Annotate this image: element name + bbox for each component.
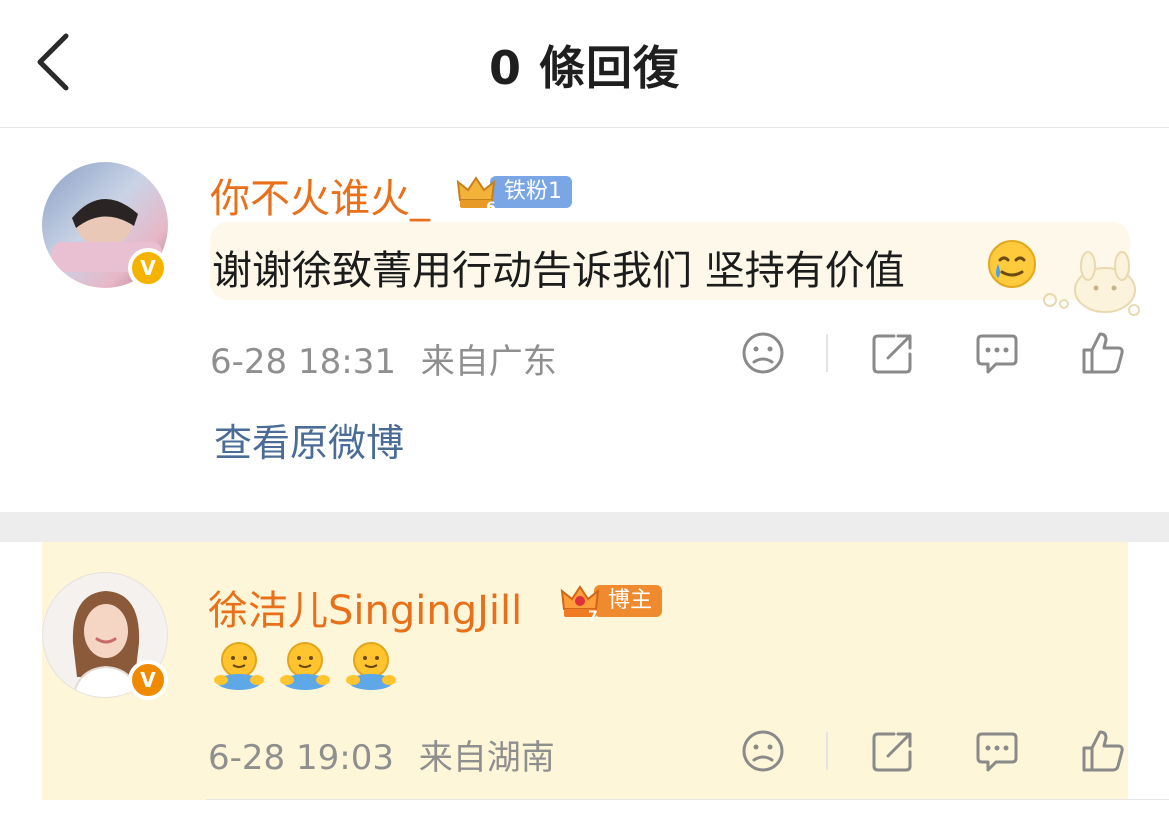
comment-username[interactable]: 你不火谁火_ [210, 166, 430, 224]
section-divider [0, 512, 1169, 542]
verified-badge-icon: V [128, 660, 168, 700]
fan-badge[interactable]: 6 铁粉1 [454, 175, 572, 214]
comment-item: V 徐洁儿SingingJill 7 博主 6-28 19:03 来自湖南 [0, 542, 1169, 800]
crown-level-icon: 6 [456, 176, 496, 214]
dislike-face-icon[interactable] [740, 330, 786, 376]
comment-username[interactable]: 徐洁儿SingingJill [208, 578, 522, 636]
badge-label: 铁粉1 [490, 176, 572, 208]
like-icon[interactable] [1080, 330, 1126, 376]
action-separator [826, 334, 828, 372]
comment-time: 6-28 19:03 [208, 738, 394, 778]
comment-location: 来自湖南 [418, 738, 555, 778]
page-title: 0 條回復 [488, 41, 681, 95]
comment-icon[interactable] [974, 330, 1020, 376]
badge-level: 7 [588, 609, 598, 623]
comment-item: V 你不火谁火_ 6 铁粉1 谢谢徐致菁用行动告诉我们 坚持有价值 6-28 1… [0, 130, 1169, 510]
badge-label: 博主 [594, 585, 663, 617]
crown-level-icon: 7 [560, 585, 600, 623]
comment-meta: 6-28 18:31 来自广东 [210, 334, 557, 383]
comment-text: 谢谢徐致菁用行动告诉我们 坚持有价值 [212, 248, 905, 294]
comment-time: 6-28 18:31 [210, 342, 396, 382]
comment-icon[interactable] [974, 728, 1020, 774]
like-icon[interactable] [1080, 728, 1126, 774]
hug-emoji-icon [280, 642, 330, 690]
blogger-badge[interactable]: 7 博主 [558, 584, 663, 623]
hug-emoji-icon [214, 642, 264, 690]
verified-badge-icon: V [128, 248, 168, 288]
bottom-divider [206, 799, 1169, 800]
dislike-face-icon[interactable] [740, 728, 786, 774]
view-original-post-link[interactable]: 查看原微博 [214, 412, 404, 467]
crying-smile-emoji-icon [988, 240, 1036, 288]
action-separator [826, 732, 828, 770]
emoji-row [212, 638, 412, 694]
comment-actions [740, 728, 1130, 778]
badge-level: 6 [486, 200, 496, 214]
share-icon[interactable] [870, 330, 916, 376]
top-bar: 0 條回復 [0, 0, 1169, 128]
comment-meta: 6-28 19:03 来自湖南 [208, 730, 555, 779]
comment-location: 来自广东 [420, 342, 557, 382]
share-icon[interactable] [870, 728, 916, 774]
comment-actions [740, 330, 1130, 380]
hug-emoji-icon [346, 642, 396, 690]
